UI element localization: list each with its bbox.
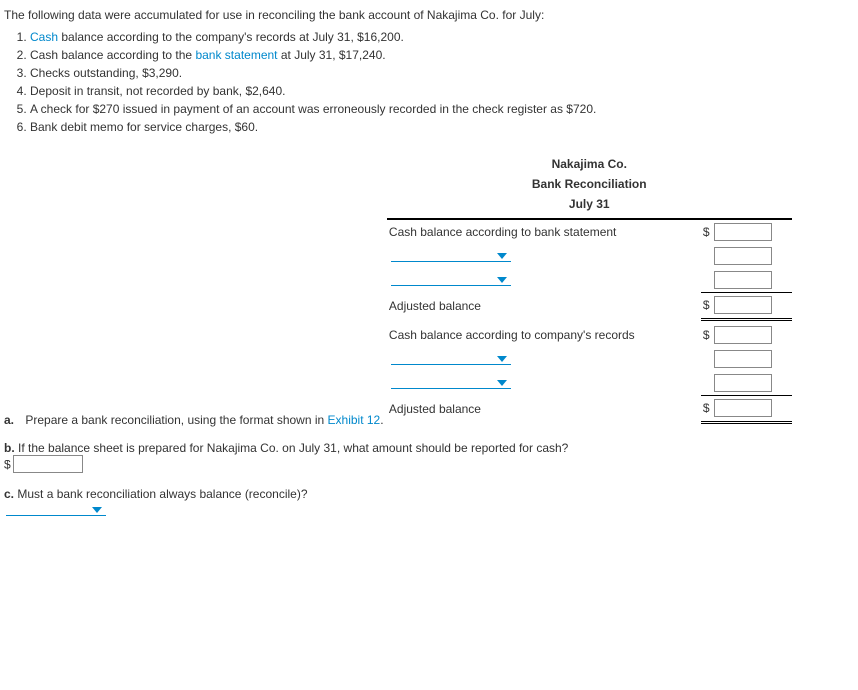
bank-adjusted-label: Adjusted balance <box>387 293 701 320</box>
part-c-letter: c. <box>4 487 14 501</box>
list-item-6: Bank debit memo for service charges, $60… <box>30 118 846 136</box>
company-adjust-input-2[interactable] <box>714 374 772 392</box>
company-adjust-input-1[interactable] <box>714 350 772 368</box>
part-c-text: Must a bank reconciliation always balanc… <box>17 487 307 501</box>
company-adjust-dropdown-1[interactable] <box>391 350 511 365</box>
chevron-down-icon <box>92 507 102 513</box>
company-adjust-dropdown-2[interactable] <box>391 374 511 389</box>
recon-date: July 31 <box>387 194 792 214</box>
list-item-5: A check for $270 issued in payment of an… <box>30 100 846 118</box>
company-adjusted-label: Adjusted balance <box>387 396 701 423</box>
data-list: Cash balance according to the company's … <box>4 28 846 136</box>
part-a-text: Prepare a bank reconciliation, using the… <box>25 413 383 427</box>
recon-title: Bank Reconciliation <box>387 174 792 194</box>
chevron-down-icon <box>497 380 507 386</box>
part-b-input[interactable] <box>13 455 83 473</box>
part-c-dropdown[interactable] <box>6 501 106 516</box>
company-balance-input[interactable] <box>714 326 772 344</box>
bank-adjust-dropdown-1[interactable] <box>391 247 511 262</box>
list-item-3: Checks outstanding, $3,290. <box>30 64 846 82</box>
list-item-2: Cash balance according to the bank state… <box>30 46 846 64</box>
bank-balance-input[interactable] <box>714 223 772 241</box>
cash-link[interactable]: Cash <box>30 30 58 44</box>
chevron-down-icon <box>497 253 507 259</box>
bank-adjust-input-1[interactable] <box>714 247 772 265</box>
bank-adjusted-input[interactable] <box>714 296 772 314</box>
reconciliation-table: Nakajima Co. Bank Reconciliation July 31… <box>387 154 792 424</box>
intro-text: The following data were accumulated for … <box>4 8 846 22</box>
part-b-letter: b. <box>4 441 15 455</box>
bank-balance-label: Cash balance according to bank statement <box>387 219 701 244</box>
bank-adjust-dropdown-2[interactable] <box>391 271 511 286</box>
part-a-letter: a. <box>4 413 22 427</box>
recon-company: Nakajima Co. <box>387 154 792 174</box>
bank-adjust-input-2[interactable] <box>714 271 772 289</box>
chevron-down-icon <box>497 356 507 362</box>
chevron-down-icon <box>497 277 507 283</box>
list-item-4: Deposit in transit, not recorded by bank… <box>30 82 846 100</box>
bank-statement-link[interactable]: bank statement <box>195 48 277 62</box>
list-item-1: Cash balance according to the company's … <box>30 28 846 46</box>
company-adjusted-input[interactable] <box>714 399 772 417</box>
part-b-text: If the balance sheet is prepared for Nak… <box>18 441 568 455</box>
exhibit-link[interactable]: Exhibit 12 <box>328 413 381 427</box>
company-balance-label: Cash balance according to company's reco… <box>387 323 701 347</box>
